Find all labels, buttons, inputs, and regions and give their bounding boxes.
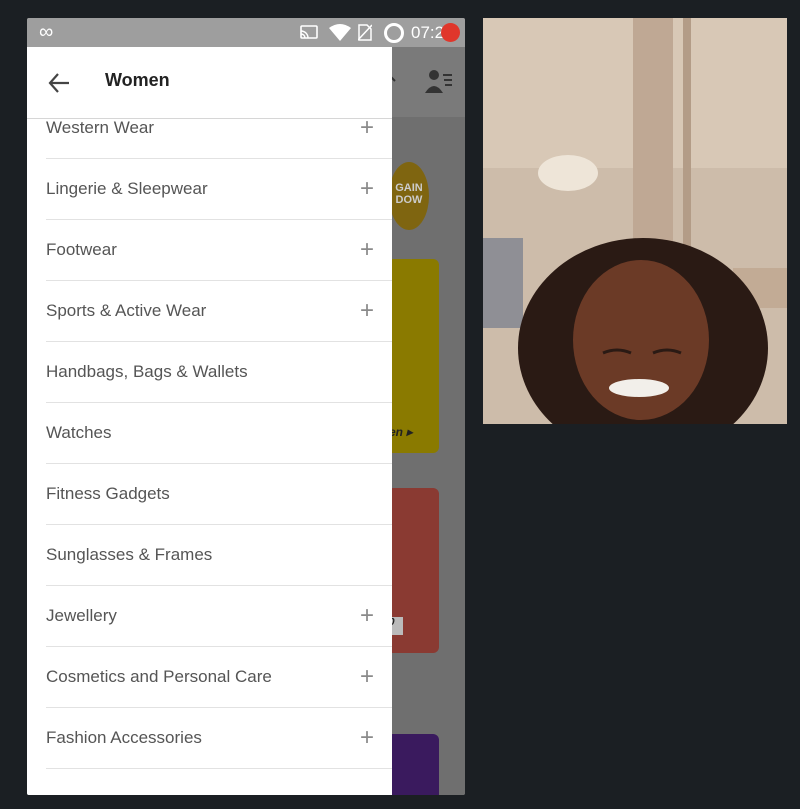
status-bar: ∞ 07:2 bbox=[27, 18, 465, 47]
expand-plus-icon[interactable]: + bbox=[360, 238, 374, 262]
promo-card-yellow-text: en ▸ bbox=[389, 425, 413, 439]
list-item-label: Fitness Gadgets bbox=[46, 484, 170, 503]
list-item-label: Cosmetics and Personal Care bbox=[46, 667, 272, 686]
infinity-icon: ∞ bbox=[39, 21, 54, 43]
list-item-label: Handbags, Bags & Wallets bbox=[46, 362, 248, 381]
list-item-label: Lingerie & Sleepwear bbox=[46, 179, 208, 198]
list-item-footwear[interactable]: Footwear + bbox=[46, 220, 392, 281]
phone-screen: ∞ 07:2 GAIN DOW en ▸ Women Western Wear … bbox=[27, 18, 465, 795]
expand-plus-icon[interactable]: + bbox=[360, 299, 374, 323]
list-item-lingerie-sleepwear[interactable]: Lingerie & Sleepwear + bbox=[46, 159, 392, 220]
record-icon bbox=[441, 23, 460, 42]
list-item-label: Sports & Active Wear bbox=[46, 301, 207, 320]
list-item-handbags-bags-wallets[interactable]: Handbags, Bags & Wallets bbox=[46, 342, 392, 403]
promo-card-purple bbox=[387, 734, 439, 795]
status-time: 07:2 bbox=[411, 23, 445, 42]
cast-icon bbox=[300, 25, 318, 39]
list-item-western-wear[interactable]: Western Wear + bbox=[46, 119, 392, 159]
sync-ring-icon bbox=[384, 23, 404, 43]
expand-plus-icon[interactable]: + bbox=[360, 726, 374, 750]
bargain-badge: GAIN DOW bbox=[389, 162, 429, 230]
wifi-icon bbox=[329, 24, 351, 41]
expand-plus-icon[interactable]: + bbox=[360, 177, 374, 201]
account-icon bbox=[425, 70, 452, 93]
category-drawer: Women Western Wear + Lingerie & Sleepwea… bbox=[27, 47, 392, 795]
list-item-label: Footwear bbox=[46, 240, 117, 259]
category-list: Western Wear + Lingerie & Sleepwear + Fo… bbox=[27, 119, 392, 795]
list-item-watches[interactable]: Watches bbox=[46, 403, 392, 464]
expand-plus-icon[interactable]: + bbox=[360, 604, 374, 628]
list-item-sports-active-wear[interactable]: Sports & Active Wear + bbox=[46, 281, 392, 342]
expand-plus-icon[interactable]: + bbox=[360, 119, 374, 140]
list-item-cosmetics-personal-care[interactable]: Cosmetics and Personal Care + bbox=[46, 647, 392, 708]
promo-card-yellow bbox=[387, 259, 439, 453]
list-item-sunglasses-frames[interactable]: Sunglasses & Frames bbox=[46, 525, 392, 586]
expand-plus-icon[interactable]: + bbox=[360, 665, 374, 689]
video-call-preview[interactable] bbox=[483, 18, 787, 424]
list-item-label: Fashion Accessories bbox=[46, 728, 202, 747]
list-item-label: Watches bbox=[46, 423, 112, 442]
drawer-title: Women bbox=[105, 70, 170, 90]
list-item-fashion-accessories[interactable]: Fashion Accessories + bbox=[46, 708, 392, 769]
drawer-header: Women bbox=[27, 47, 392, 119]
sim-icon bbox=[358, 24, 372, 41]
video-frame-image bbox=[483, 18, 787, 424]
back-arrow-icon[interactable] bbox=[45, 69, 73, 97]
list-item-label: Sunglasses & Frames bbox=[46, 545, 213, 564]
list-item-label: Western Wear bbox=[46, 119, 155, 137]
list-item-jewellery[interactable]: Jewellery + bbox=[46, 586, 392, 647]
list-item-fitness-gadgets[interactable]: Fitness Gadgets bbox=[46, 464, 392, 525]
list-item-label: Jewellery bbox=[46, 606, 117, 625]
